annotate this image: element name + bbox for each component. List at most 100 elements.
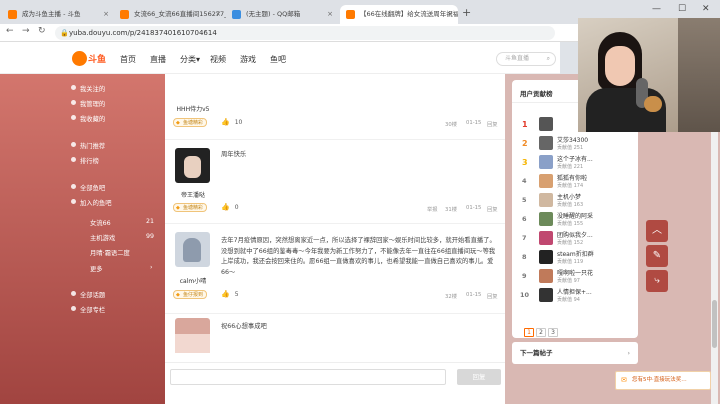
url-field[interactable]: 🔒 yuba.douyu.com/p/241837401610704614 xyxy=(55,26,555,40)
url-text: yuba.douyu.com/p/241837401610704614 xyxy=(69,29,217,37)
ranking-icon xyxy=(71,157,76,162)
douyu-logo[interactable]: 斗鱼 xyxy=(72,51,108,66)
sidebar-item-label: 我收藏的 xyxy=(80,116,106,123)
nav-yuba[interactable]: 鱼吧 xyxy=(270,54,286,65)
reply-link[interactable]: 回复 xyxy=(487,205,498,213)
arrow-up-icon[interactable]: ︿ xyxy=(646,220,668,242)
close-icon[interactable]: × xyxy=(103,5,109,24)
post-item: 祝66心想事成吧 xyxy=(165,314,505,362)
browser-tab-4-active[interactable]: 【66在线翻牌】给女流送周年祝福 × xyxy=(340,5,458,24)
browser-tab-2[interactable]: 女流66_女流66直播间156277_斗鱼 × xyxy=(114,5,226,24)
ranking-points: 贡献值 97 xyxy=(557,278,580,284)
post-item: 帝王潘哒 鱼塘精彩 周年快乐 👍0 举报 31楼 01-15 回复 xyxy=(165,140,505,224)
sidebar-item-all-columns[interactable]: 全部专栏 xyxy=(71,305,106,314)
page-button-1[interactable]: 1 xyxy=(524,328,534,337)
sidebar-item-label: 女流66 xyxy=(90,220,111,227)
close-icon[interactable]: × xyxy=(327,5,333,24)
sidebar-item-joined[interactable]: 加入的鱼吧 xyxy=(71,198,111,207)
page-button-3[interactable]: 3 xyxy=(548,328,558,337)
logo-text: 斗鱼 xyxy=(88,55,107,65)
nav-video[interactable]: 视频 xyxy=(210,54,226,65)
sidebar-sub-item-nvliu66[interactable]: 女流66 21 xyxy=(90,218,154,227)
avatar xyxy=(539,117,553,131)
star-icon xyxy=(71,115,76,120)
thumbs-up-icon: 👍 xyxy=(221,203,230,211)
like-button[interactable]: 👍 0 xyxy=(221,203,239,211)
share-icon[interactable]: ⤷ xyxy=(646,270,668,292)
douyu-favicon-icon xyxy=(120,10,129,19)
reload-icon[interactable]: ↻ xyxy=(38,26,46,36)
nav-category[interactable]: 分类▾ xyxy=(180,54,200,65)
sidebar-sub-item-yueqing[interactable]: 月晴·霜语二度 xyxy=(90,248,130,257)
sidebar-more[interactable]: 更多 › xyxy=(90,264,153,273)
floor-number: 32楼 xyxy=(445,294,458,300)
sidebar-more-label: 更多 xyxy=(90,266,103,273)
post-username[interactable]: 帝王潘哒 xyxy=(168,190,218,199)
maximize-icon[interactable]: ☐ xyxy=(678,4,686,14)
floor-number: 31楼 xyxy=(445,207,458,213)
post-username[interactable]: calm小晴 xyxy=(168,276,218,285)
sidebar-item-ranking[interactable]: 排行榜 xyxy=(71,156,99,165)
report-link[interactable]: 举报 xyxy=(427,205,438,213)
promo-notice[interactable]: 您有5中·直接玩法奖… xyxy=(615,371,711,390)
close-icon[interactable]: × xyxy=(215,5,221,24)
avatar xyxy=(539,212,553,226)
reply-input[interactable] xyxy=(170,369,446,385)
post-username[interactable]: HHH侍力v5 xyxy=(168,104,218,113)
thumbs-up-icon: 👍 xyxy=(221,290,230,298)
back-icon[interactable]: ← xyxy=(6,26,14,36)
browser-tab-3[interactable]: (无主题) - QQ邮箱 × xyxy=(226,5,338,24)
minimize-icon[interactable]: — xyxy=(652,4,661,14)
like-button[interactable]: 👍 10 xyxy=(221,118,242,126)
ranking-points: 贡献值 163 xyxy=(557,202,584,208)
avatar[interactable] xyxy=(175,148,210,183)
nav-home[interactable]: 首页 xyxy=(120,54,136,65)
post-content: 祝66心想事成吧 xyxy=(221,323,267,330)
avatar xyxy=(539,155,553,169)
sidebar-item-all-yuba[interactable]: 全部鱼吧 xyxy=(71,183,105,192)
floor-number: 30楼 xyxy=(445,122,458,128)
sidebar-item-label: 排行榜 xyxy=(80,158,99,165)
rank-number: 3 xyxy=(522,158,528,167)
next-post-link[interactable]: 下一篇帖子 › xyxy=(512,342,638,364)
manage-icon xyxy=(71,100,76,105)
search-input[interactable]: 斗鱼直播 ⌕ xyxy=(496,52,556,66)
sidebar-item-label: 全部专栏 xyxy=(80,307,106,314)
sidebar-item-hot[interactable]: 热门推荐 xyxy=(71,141,105,150)
avatar[interactable] xyxy=(175,232,210,267)
user-badge: 鱼塘精彩 xyxy=(173,203,208,212)
reply-button[interactable]: 回复 xyxy=(457,369,501,385)
rank-number: 10 xyxy=(520,291,530,299)
search-icon[interactable]: ⌕ xyxy=(547,53,550,65)
reply-link[interactable]: 回复 xyxy=(487,292,498,300)
user-badge: 鱼塘精彩 xyxy=(173,118,208,127)
browser-tab-1[interactable]: 成为斗鱼主播 - 斗鱼 × xyxy=(2,5,114,24)
new-tab-icon[interactable]: + xyxy=(462,6,471,19)
sidebar-item-following[interactable]: 我关注的 xyxy=(71,84,105,93)
reply-link[interactable]: 回复 xyxy=(487,120,498,128)
avatar xyxy=(539,174,553,188)
like-button[interactable]: 👍 5 xyxy=(221,290,239,298)
sidebar-item-count: 99 xyxy=(146,233,155,240)
avatar-face xyxy=(184,156,201,178)
post-item: calm小晴 鱼仔报到 去年7月疫情原因，突然想离家近一点，所以选择了裸辞回家～… xyxy=(165,224,505,314)
ranking-points: 贡献值 119 xyxy=(557,259,584,265)
avatar[interactable] xyxy=(175,318,210,353)
close-window-icon[interactable]: ✕ xyxy=(702,4,710,14)
post-date: 01-15 xyxy=(466,120,482,126)
sidebar-item-managed[interactable]: 我管理的 xyxy=(71,99,105,108)
sidebar-sub-item-console[interactable]: 主机游戏 99 xyxy=(90,233,154,242)
page-button-2[interactable]: 2 xyxy=(536,328,546,337)
nav-live[interactable]: 直播 xyxy=(150,54,166,65)
close-icon[interactable]: × xyxy=(447,5,453,24)
nav-game[interactable]: 游戏 xyxy=(240,54,256,65)
scrollbar-thumb[interactable] xyxy=(712,300,717,348)
edit-icon[interactable]: ✎ xyxy=(646,245,668,267)
avatar xyxy=(539,288,553,302)
forward-icon[interactable]: → xyxy=(22,26,30,36)
sidebar-item-all-topics[interactable]: 全部话题 xyxy=(71,290,105,299)
streamer-face xyxy=(605,46,635,86)
sidebar-item-favorites[interactable]: 我收藏的 xyxy=(71,114,106,123)
ranking-item[interactable]: 10 人情担保+... 贡献值 94 xyxy=(512,285,638,307)
avatar xyxy=(539,136,553,150)
